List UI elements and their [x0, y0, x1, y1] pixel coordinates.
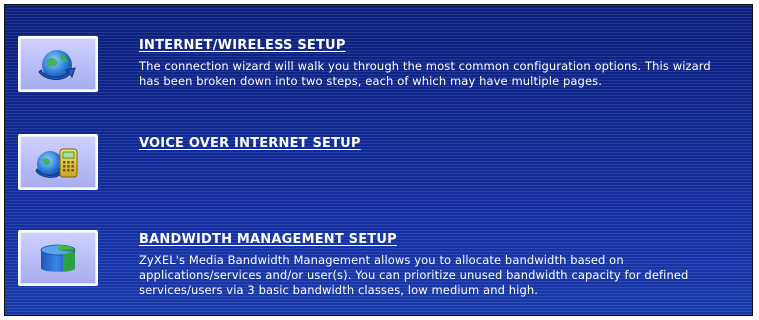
bandwidth-icon-button[interactable] [18, 230, 98, 286]
bandwidth-management-setup-link[interactable]: BANDWIDTH MANAGEMENT SETUP [139, 232, 397, 247]
wizard-item-voip: VOICE OVER INTERNET SETUP [18, 134, 738, 224]
wizard-panel: INTERNET/WIRELESS SETUP The connection w… [4, 4, 753, 316]
bandwidth-cylinder-icon [35, 238, 81, 278]
voip-icon-button[interactable] [18, 134, 98, 190]
bandwidth-description: ZyXEL's Media Bandwidth Management allow… [139, 253, 689, 297]
globe-phone-icon [33, 141, 83, 183]
globe-arrow-icon [35, 44, 81, 84]
internet-wireless-description: The connection wizard will walk you thro… [139, 59, 711, 88]
internet-wireless-setup-link[interactable]: INTERNET/WIRELESS SETUP [139, 38, 346, 53]
voip-setup-link[interactable]: VOICE OVER INTERNET SETUP [139, 136, 361, 151]
internet-wireless-icon-button[interactable] [18, 36, 98, 92]
wizard-item-bandwidth: BANDWIDTH MANAGEMENT SETUP ZyXEL's Media… [18, 230, 738, 315]
wizard-item-internet-wireless: INTERNET/WIRELESS SETUP The connection w… [18, 36, 738, 126]
